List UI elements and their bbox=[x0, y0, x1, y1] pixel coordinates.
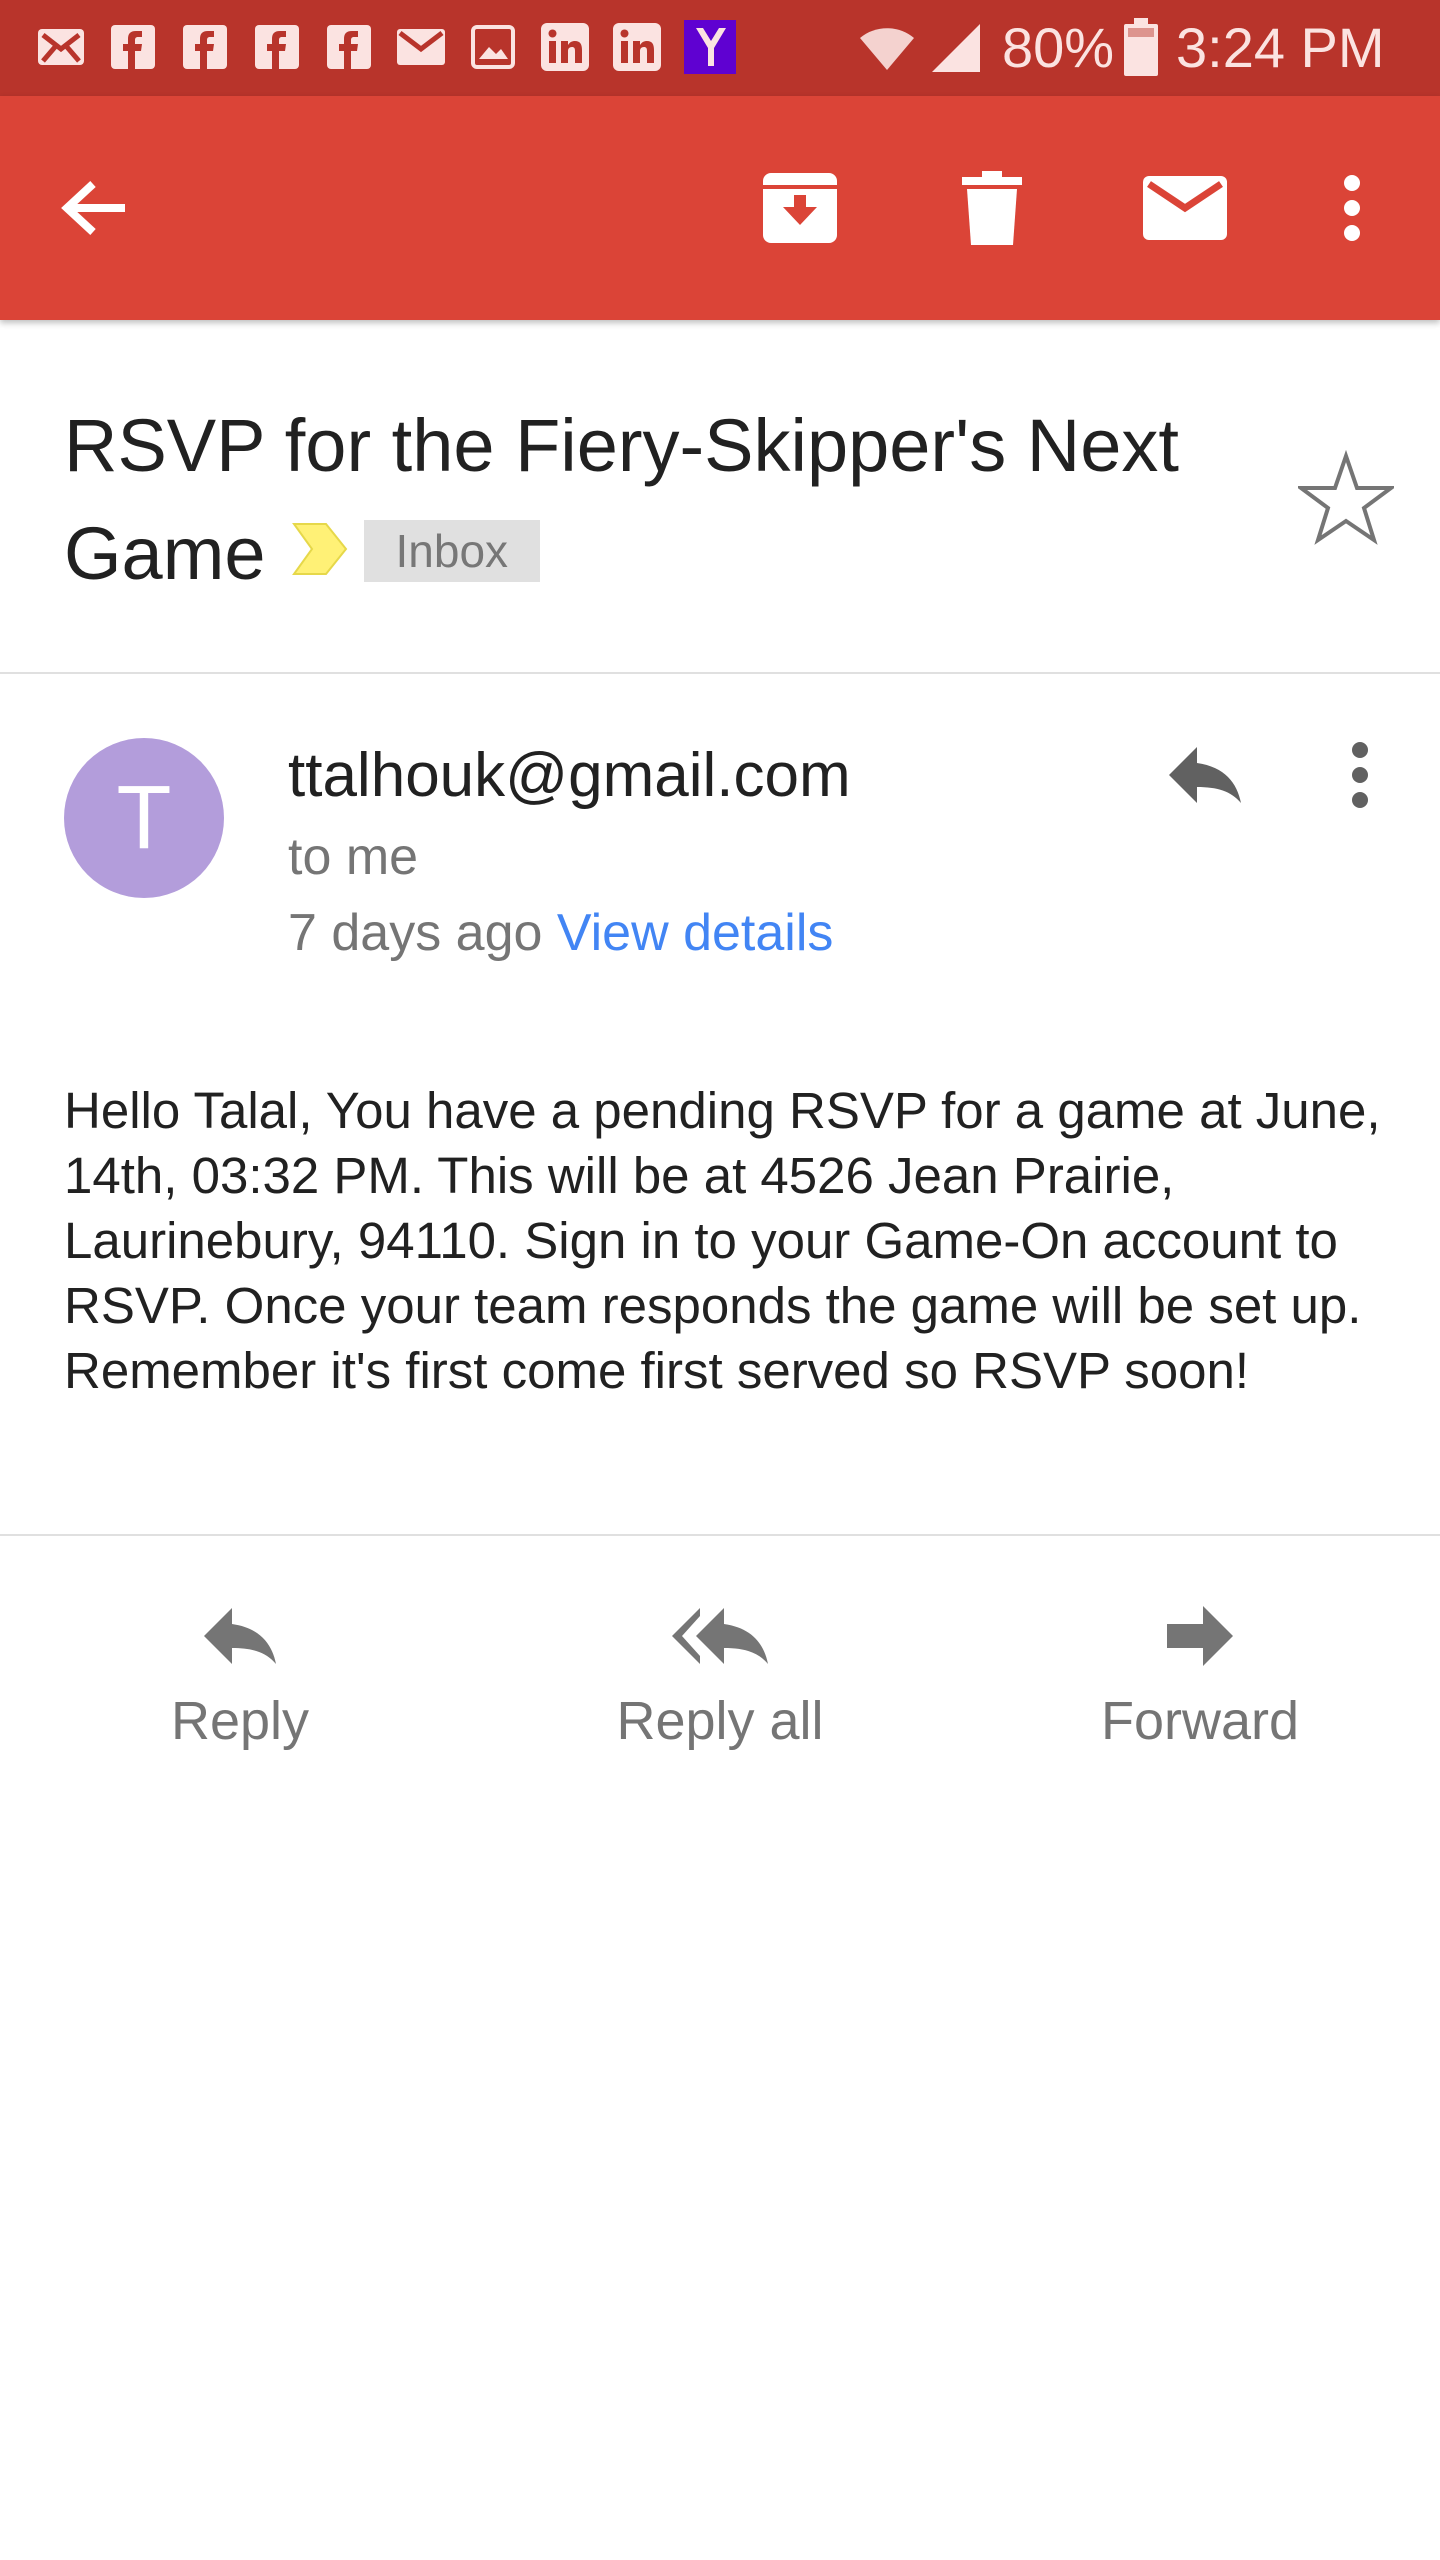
linkedin-icon bbox=[612, 22, 662, 72]
reply-icon bbox=[1169, 747, 1241, 803]
more-vert-icon bbox=[1344, 175, 1360, 241]
gmail-icon bbox=[396, 22, 446, 72]
arrow-back-icon bbox=[61, 181, 125, 235]
back-button[interactable] bbox=[44, 158, 144, 258]
forward-button[interactable]: Forward bbox=[1020, 1586, 1380, 1766]
forward-icon bbox=[1020, 1596, 1380, 1676]
mark-unread-button[interactable] bbox=[1135, 158, 1235, 258]
signal-icon bbox=[930, 22, 982, 79]
status-bar: 80% 3:24 PM bbox=[0, 0, 1440, 96]
sender-address[interactable]: ttalhouk@gmail.com bbox=[288, 736, 851, 816]
quick-reply-button[interactable] bbox=[1150, 720, 1260, 830]
facebook-icon bbox=[108, 22, 158, 72]
delete-button[interactable] bbox=[942, 158, 1042, 258]
facebook-icon bbox=[324, 22, 374, 72]
inbox-label-chip[interactable]: Inbox bbox=[363, 520, 541, 583]
recipient-text: to me bbox=[288, 828, 419, 886]
star-outline-icon bbox=[1294, 449, 1398, 545]
view-details-link[interactable]: View details bbox=[557, 904, 834, 962]
divider bbox=[0, 1534, 1440, 1536]
trash-icon bbox=[962, 171, 1022, 245]
wifi-icon bbox=[858, 22, 916, 77]
linkedin-icon bbox=[540, 22, 590, 72]
battery-percentage: 80% bbox=[1002, 16, 1115, 79]
email-body: Hello Talal, You have a pending RSVP for… bbox=[64, 1082, 1381, 1399]
archive-icon bbox=[763, 173, 837, 243]
photo-icon bbox=[468, 22, 518, 72]
message-overflow-button[interactable] bbox=[1310, 720, 1410, 830]
reply-all-icon bbox=[540, 1596, 900, 1676]
facebook-icon bbox=[180, 22, 230, 72]
battery-icon bbox=[1124, 18, 1158, 81]
reply-all-label: Reply all bbox=[616, 1691, 824, 1751]
overflow-menu-button[interactable] bbox=[1302, 158, 1402, 258]
star-button[interactable] bbox=[1294, 449, 1398, 546]
forward-label: Forward bbox=[1100, 1691, 1300, 1751]
email-subject-block: RSVP for the Fiery-Skipper's Next Game In… bbox=[64, 392, 1244, 613]
mail-icon bbox=[1143, 176, 1227, 240]
toolbar bbox=[0, 96, 1440, 320]
email-icon bbox=[36, 22, 86, 72]
subject-header: RSVP for the Fiery-Skipper's Next Game In… bbox=[0, 320, 1440, 674]
reply-button[interactable]: Reply bbox=[60, 1586, 420, 1766]
reply-label: Reply bbox=[170, 1691, 310, 1751]
reply-icon bbox=[60, 1596, 420, 1676]
archive-button[interactable] bbox=[750, 158, 850, 258]
clock: 3:24 PM bbox=[1176, 16, 1385, 79]
important-marker-icon[interactable] bbox=[291, 497, 348, 605]
email-time-ago: 7 days ago bbox=[288, 904, 543, 962]
more-vert-icon bbox=[1352, 742, 1368, 808]
email-meta: 7 days ago View details bbox=[288, 898, 833, 968]
reply-all-button[interactable]: Reply all bbox=[540, 1586, 900, 1766]
email-subject: RSVP for the Fiery-Skipper's Next Game bbox=[64, 404, 1179, 595]
facebook-icon bbox=[252, 22, 302, 72]
sender-avatar[interactable]: T bbox=[64, 738, 224, 898]
yahoo-icon bbox=[684, 20, 736, 74]
